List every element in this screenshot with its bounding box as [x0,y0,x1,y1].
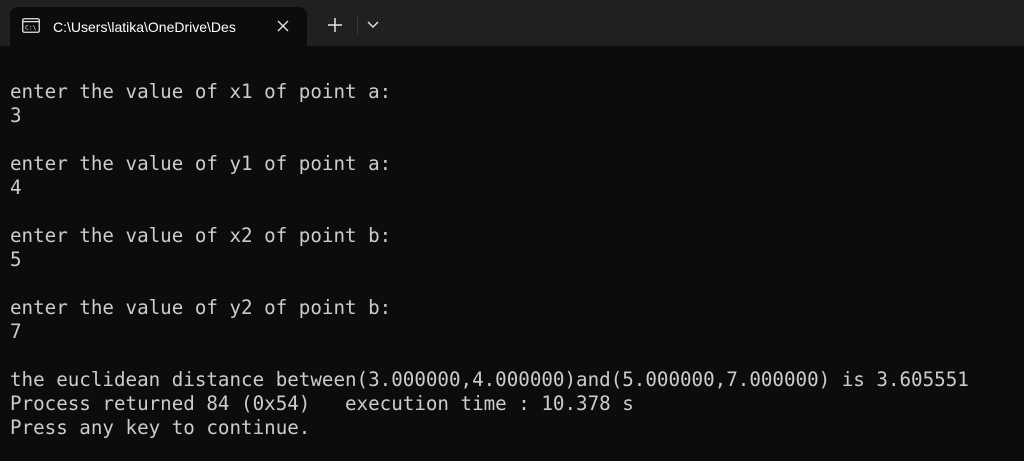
terminal-window: C:\ C:\Users\latika\OneDrive\Des enter t… [0,0,1024,461]
chevron-down-icon[interactable] [364,17,382,33]
console-line: Press any key to continue. [10,416,311,439]
terminal-icon: C:\ [22,18,40,33]
console-line: 4 [10,176,22,199]
console-line: 5 [10,248,22,271]
console-line: enter the value of x1 of point a: [10,80,392,103]
console-line: 3 [10,104,22,127]
console-line: 7 [10,320,22,343]
console-line: enter the value of y2 of point b: [10,296,392,319]
tab-divider [357,16,358,34]
svg-text:C:\: C:\ [25,25,37,32]
tab-bar: C:\ C:\Users\latika\OneDrive\Des [0,0,1024,46]
console-line: Process returned 84 (0x54) execution tim… [10,392,634,415]
console-line: the euclidean distance between(3.000000,… [10,368,969,391]
tab-title: C:\Users\latika\OneDrive\Des [53,19,236,35]
console-output[interactable]: enter the value of x1 of point a: 3 enter … [10,80,1020,455]
tab-active[interactable]: C:\ C:\Users\latika\OneDrive\Des [10,7,307,46]
console-line: enter the value of x2 of point b: [10,224,392,247]
plus-icon[interactable] [324,14,346,36]
console-line: enter the value of y1 of point a: [10,152,392,175]
close-icon[interactable] [276,19,290,33]
